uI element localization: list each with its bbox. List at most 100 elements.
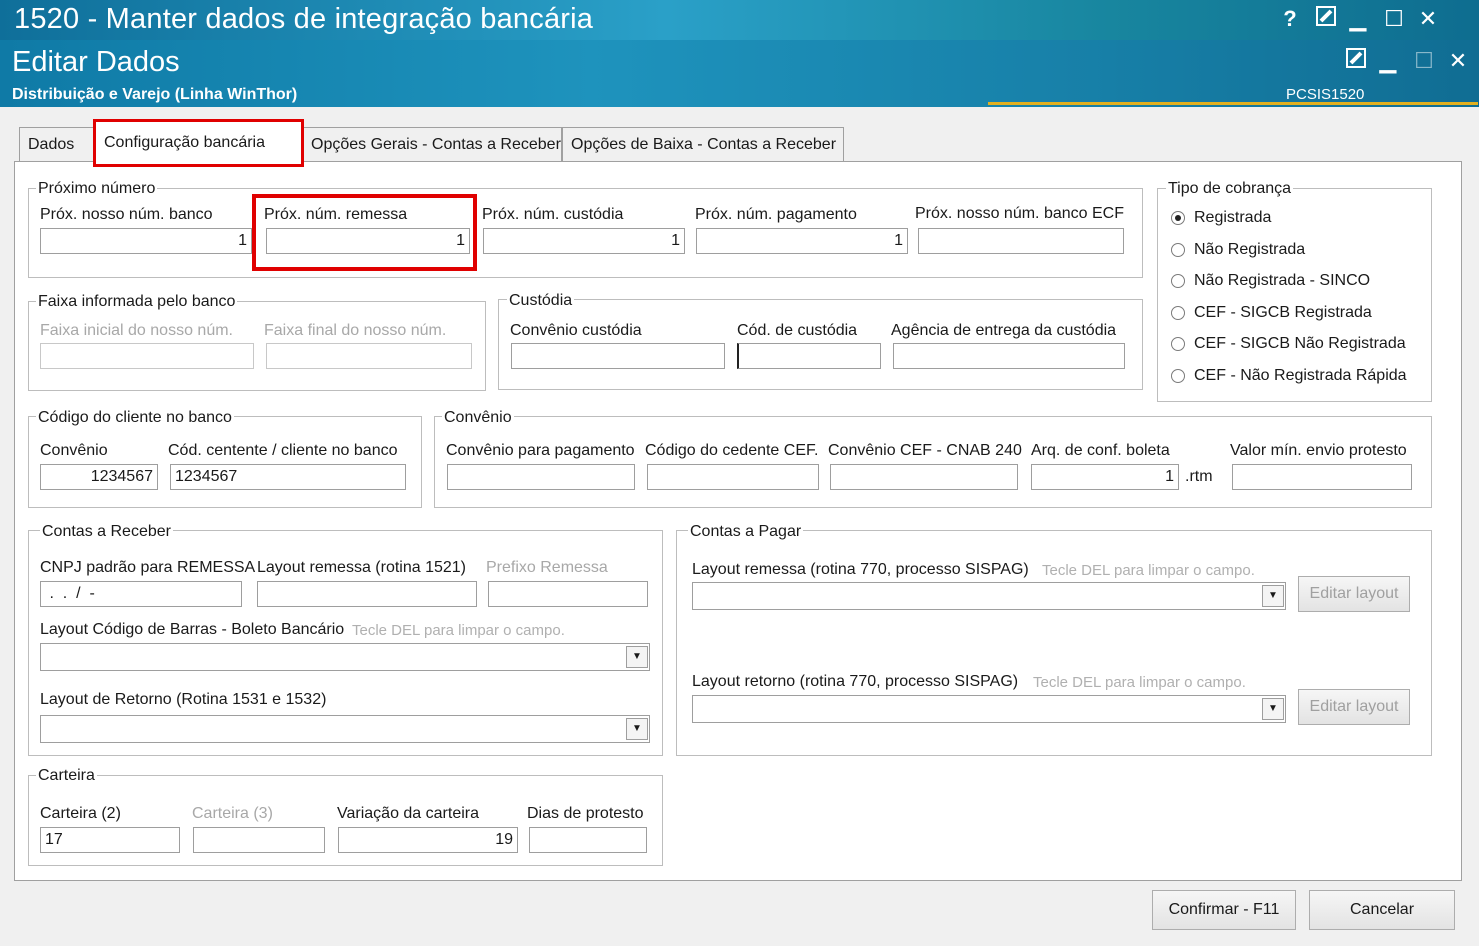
edit-layout-button[interactable]: Editar layout [1298,576,1410,612]
faixa-inicial-label: Faixa inicial do nosso núm. [40,322,233,339]
agencia-custodia-input[interactable] [893,343,1125,369]
group-title: Contas a Receber [40,523,173,541]
tab-configuracao-bancaria[interactable]: Configuração bancária [93,119,304,167]
highlight-box [252,194,477,271]
chevron-down-icon[interactable]: ▼ [1262,585,1284,607]
radio-label: CEF - SIGCB Não Registrada [1194,335,1406,352]
variacao-label: Variação da carteira [337,805,479,822]
radio-cef-nao-registrada-rapida[interactable] [1171,369,1185,383]
radio-cef-sigcb-registrada[interactable] [1171,306,1185,320]
tab-opcoes-gerais[interactable]: Opções Gerais - Contas a Receber [302,127,562,162]
carteira2-label: Carteira (2) [40,805,121,822]
radio-registrada[interactable] [1171,211,1185,225]
faixa-final-input [266,343,472,369]
prox-ecf-label: Próx. nosso núm. banco ECF [915,205,1124,222]
arq-boleta-suffix: .rtm [1185,468,1213,485]
convenio-custodia-label: Convênio custódia [510,322,642,339]
radio-label: CEF - SIGCB Registrada [1194,304,1372,321]
page-title: Editar Dados [12,46,180,78]
variacao-input[interactable]: 19 [338,827,518,853]
window-title: 1520 - Manter dados de integração bancár… [14,3,594,35]
pagar-remessa-select[interactable] [692,582,1286,610]
radio-label: Não Registrada [1194,241,1306,258]
cancel-button[interactable]: Cancelar [1309,890,1455,930]
layout-remessa-input[interactable] [257,581,477,607]
chevron-down-icon[interactable]: ▼ [626,646,648,668]
radio-cef-sigcb-nao-registrada[interactable] [1171,337,1185,351]
group-title: Contas a Pagar [688,523,804,541]
confirm-button[interactable]: Confirmar - F11 [1152,890,1296,930]
carteira3-input [193,827,325,853]
close-icon[interactable]: ✕ [1444,48,1472,74]
radio-label: CEF - Não Registrada Rápida [1194,367,1407,384]
prox-ecf-input[interactable] [918,228,1124,254]
group-title: Carteira [36,767,97,785]
prefixo-remessa-label: Prefixo Remessa [486,559,608,576]
arq-boleta-input[interactable]: 1 [1031,464,1179,490]
prox-pagamento-input[interactable]: 1 [696,228,908,254]
cod-custodia-input[interactable] [737,343,881,369]
convenio-input[interactable]: 1234567 [40,464,158,490]
prox-nosso-num-input[interactable]: 1 [40,228,252,254]
group-convenio [434,416,1432,508]
routine-code: PCSIS1520 [1286,86,1365,103]
group-title: Convênio [442,409,514,427]
convenio-custodia-input[interactable] [511,343,725,369]
minimize-icon[interactable]: ▁ [1374,48,1402,74]
pagar-retorno-label: Layout retorno (rotina 770, processo SIS… [692,673,1019,690]
radio-label: Não Registrada - SINCO [1194,272,1371,289]
chevron-down-icon[interactable]: ▼ [626,718,648,740]
faixa-final-label: Faixa final do nosso núm. [264,322,447,339]
prox-custodia-input[interactable]: 1 [483,228,685,254]
radio-nao-registrada-sinco[interactable] [1171,274,1185,288]
maximize-icon: ☐ [1414,48,1434,73]
valor-protesto-input[interactable] [1232,464,1412,490]
group-title: Próximo número [36,180,158,198]
convenio-cnab-label: Convênio CEF - CNAB 240 [828,442,1022,459]
convenio-pagamento-label: Convênio para pagamento [446,442,635,459]
tab-dados[interactable]: Dados [19,127,97,162]
convenio-label: Convênio [40,442,108,459]
carteira2-input[interactable]: 17 [40,827,180,853]
convenio-cnab-input[interactable] [830,464,1018,490]
prefixo-remessa-input [488,581,648,607]
layout-barras-label: Layout Código de Barras - Boleto Bancári… [40,621,345,638]
edit-icon[interactable] [1342,48,1370,74]
group-title: Código do cliente no banco [36,409,234,427]
layout-remessa-label: Layout remessa (rotina 1521) [257,559,466,576]
help-icon[interactable]: ? [1276,6,1304,32]
cnpj-input[interactable]: . . / - [40,581,242,607]
accent-line [988,102,1478,105]
carteira3-label: Carteira (3) [192,805,273,822]
chevron-down-icon[interactable]: ▼ [1262,698,1284,720]
close-icon[interactable]: ✕ [1414,6,1442,32]
group-codigo-cliente [28,416,422,508]
cedente-cef-label: Código do cedente CEF. [645,442,819,459]
group-title: Tipo de cobrança [1166,180,1294,198]
maximize-icon[interactable]: ☐ [1380,6,1408,32]
layout-retorno-label: Layout de Retorno (Rotina 1531 e 1532) [40,691,327,708]
agencia-custodia-label: Agência de entrega da custódia [891,322,1117,339]
radio-nao-registrada[interactable] [1171,243,1185,257]
cedente-label: Cód. centente / cliente no banco [168,442,398,459]
cedente-input[interactable]: 1234567 [170,464,406,490]
dias-protesto-label: Dias de protesto [527,805,644,822]
valor-protesto-label: Valor mín. envio protesto [1230,442,1407,459]
pagar-remessa-label: Layout remessa (rotina 770, processo SIS… [692,561,1029,578]
arq-boleta-label: Arq. de conf. boleta [1031,442,1170,459]
convenio-pagamento-input[interactable] [447,464,635,490]
tab-opcoes-baixa[interactable]: Opções de Baixa - Contas a Receber [562,127,844,162]
edit-layout-button[interactable]: Editar layout [1298,689,1410,725]
pagar-retorno-select[interactable] [692,695,1286,723]
faixa-inicial-input [40,343,254,369]
prox-nosso-num-label: Próx. nosso núm. banco [40,206,213,223]
cedente-cef-input[interactable] [647,464,819,490]
dias-protesto-input[interactable] [529,827,647,853]
prox-custodia-label: Próx. núm. custódia [482,206,624,223]
edit-icon[interactable] [1312,6,1340,32]
layout-retorno-select[interactable] [40,715,650,743]
cod-custodia-label: Cód. de custódia [737,322,858,339]
del-hint: Tecle DEL para limpar o campo. [1042,562,1255,579]
layout-barras-select[interactable] [40,643,650,671]
minimize-icon[interactable]: ▁ [1344,6,1372,32]
